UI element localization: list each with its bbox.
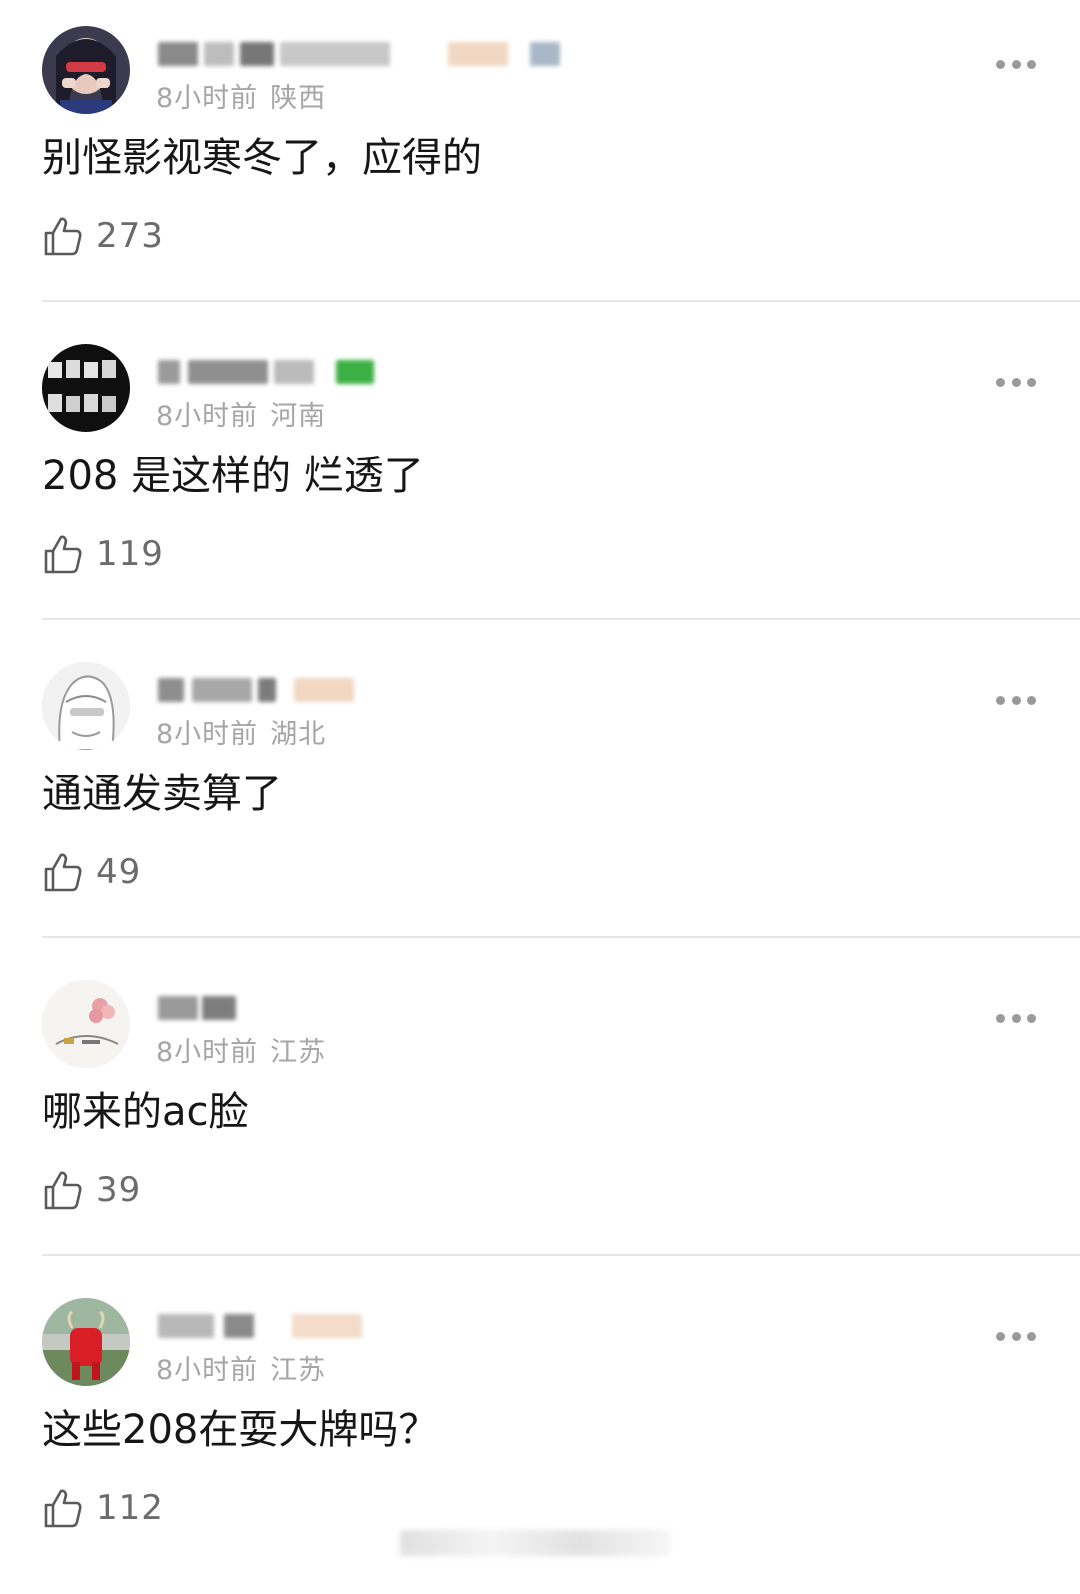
user-avatar[interactable] [42, 980, 130, 1068]
user-avatar[interactable] [42, 344, 130, 432]
more-dots-icon[interactable] [996, 1330, 1036, 1342]
username-blurred[interactable] [158, 354, 418, 390]
more-dots-icon[interactable] [996, 58, 1036, 70]
comment-location: 江苏 [270, 1355, 327, 1386]
user-avatar[interactable] [42, 662, 130, 750]
divider [42, 618, 1080, 620]
username-blurred[interactable] [158, 990, 418, 1026]
more-dots-icon[interactable] [996, 694, 1036, 706]
comment-item: 8小时前 湖北 通通发卖算了 49 [0, 636, 1080, 954]
like-button[interactable]: 273 [42, 212, 164, 260]
comment-item: 8小时前 陕西 别怪影视寒冬了，应得的 273 [0, 0, 1080, 318]
comment-time: 8小时前 [156, 1037, 259, 1068]
comment-time: 8小时前 [156, 719, 259, 750]
username-blurred[interactable] [158, 1308, 418, 1344]
comment-location: 湖北 [270, 719, 327, 750]
thumbs-up-icon [44, 535, 82, 574]
like-button[interactable]: 112 [42, 1484, 164, 1532]
comment-text: 哪来的ac脸 [42, 1089, 249, 1135]
like-button[interactable]: 39 [42, 1166, 141, 1214]
comment-list: 8小时前 陕西 别怪影视寒冬了，应得的 273 8小时前 河南 208 是这样的… [0, 0, 1080, 1594]
thumbs-up-icon [44, 217, 82, 256]
like-button[interactable]: 49 [42, 848, 141, 896]
divider [42, 936, 1080, 938]
comment-meta: 8小时前 湖北 [156, 712, 326, 751]
user-avatar[interactable] [42, 26, 130, 114]
comment-text: 这些208在耍大牌吗？ [42, 1407, 439, 1453]
comment-text: 别怪影视寒冬了，应得的 [42, 135, 482, 181]
comment-text: 208 是这样的 烂透了 [42, 453, 424, 499]
comment-location: 河南 [270, 401, 327, 432]
username-blurred[interactable] [158, 672, 418, 708]
comment-time: 8小时前 [156, 401, 259, 432]
comment-text: 通通发卖算了 [42, 771, 282, 817]
comment-item: 8小时前 河南 208 是这样的 烂透了 119 [0, 318, 1080, 636]
thumbs-up-icon [44, 853, 82, 892]
comment-meta: 8小时前 河南 [156, 394, 326, 433]
comment-meta: 8小时前 陕西 [156, 76, 326, 115]
thumbs-up-icon [44, 1171, 82, 1210]
username-blurred[interactable] [158, 36, 560, 72]
divider [42, 300, 1080, 302]
comment-time: 8小时前 [156, 83, 259, 114]
more-dots-icon[interactable] [996, 376, 1036, 388]
thumbs-up-icon [44, 1489, 82, 1528]
comment-location: 陕西 [270, 83, 327, 114]
comment-meta: 8小时前 江苏 [156, 1030, 326, 1069]
comment-time: 8小时前 [156, 1355, 259, 1386]
comment-item: 8小时前 江苏 哪来的ac脸 39 [0, 954, 1080, 1272]
comment-meta: 8小时前 江苏 [156, 1348, 326, 1387]
like-count: 273 [96, 216, 164, 256]
like-count: 49 [96, 852, 142, 892]
more-dots-icon[interactable] [996, 1012, 1036, 1024]
like-count: 119 [96, 534, 164, 574]
like-button[interactable]: 119 [42, 530, 164, 578]
like-count: 39 [96, 1170, 142, 1210]
like-count: 112 [96, 1488, 164, 1528]
user-avatar[interactable] [42, 1298, 130, 1386]
divider [42, 1254, 1080, 1256]
comment-location: 江苏 [270, 1037, 327, 1068]
blurred-watermark [400, 1530, 670, 1556]
